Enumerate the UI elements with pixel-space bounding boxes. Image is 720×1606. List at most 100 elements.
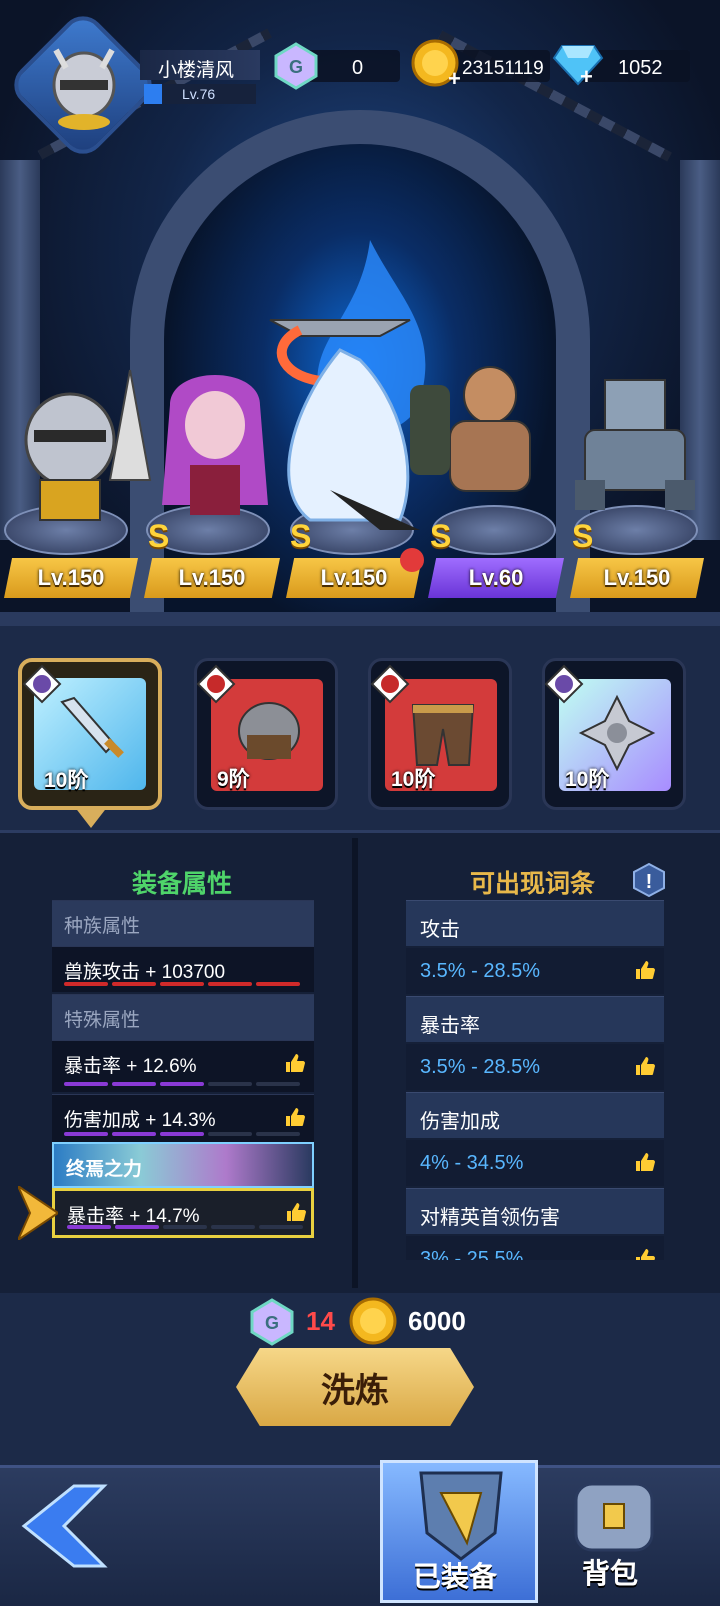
affix-name: 攻击 bbox=[420, 919, 460, 941]
selected-pointer-icon bbox=[74, 806, 108, 828]
affix-name: 暴击率 bbox=[420, 1015, 480, 1037]
gold-amount: 23151119 bbox=[462, 58, 544, 79]
diamond-plus-icon[interactable]: + bbox=[580, 64, 593, 90]
nav-backpack-label: 背包 bbox=[582, 1558, 639, 1589]
possible-affixes-title: 可出现词条 bbox=[470, 870, 596, 898]
race-attr-text: 兽族攻击 + 103700 bbox=[64, 962, 226, 983]
tier-label: 10阶 bbox=[565, 768, 610, 791]
hero-level: Lv.150 bbox=[603, 565, 671, 590]
equipped-armor-icon bbox=[419, 1471, 503, 1561]
race-attr-header-label: 种族属性 bbox=[64, 916, 141, 937]
sword-icon bbox=[60, 696, 124, 758]
hero-grade-badge: S bbox=[148, 518, 170, 554]
equip-attributes-title: 装备属性 bbox=[132, 870, 233, 898]
set-bonus-row[interactable]: 暴击率 + 14.7% bbox=[52, 1188, 314, 1238]
tier-label: 9阶 bbox=[217, 768, 250, 791]
info-icon[interactable]: ! bbox=[632, 862, 666, 898]
affix-name: 伤害加成 bbox=[420, 1111, 500, 1133]
refine-button-label: 洗炼 bbox=[321, 1371, 389, 1410]
selection-arrow-icon bbox=[18, 1186, 58, 1240]
gold-coin-icon bbox=[349, 1297, 397, 1345]
special-attr-row[interactable]: 伤害加成 + 14.3% bbox=[52, 1094, 314, 1142]
gold-plus-icon[interactable]: + bbox=[448, 66, 461, 92]
player-name: 小楼清风 bbox=[158, 60, 235, 81]
thumbs-up-icon bbox=[286, 1108, 305, 1126]
nav-equipped-tab[interactable]: 已装备 bbox=[380, 1460, 538, 1603]
affix-range-row: 3% - 25.5% bbox=[406, 1236, 664, 1260]
thumbs-up-icon bbox=[636, 961, 655, 979]
diamond-amount: 1052 bbox=[618, 57, 663, 79]
stat-pips bbox=[64, 982, 300, 986]
panel-divider bbox=[0, 612, 720, 626]
rune-amount: 0 bbox=[352, 57, 364, 79]
rune-cost: 14 bbox=[306, 1306, 335, 1336]
hero-grade-badge: S bbox=[572, 518, 594, 554]
affix-range: 3% - 25.5% bbox=[420, 1248, 524, 1260]
svg-text:!: ! bbox=[646, 871, 653, 893]
thumbs-up-icon bbox=[636, 1249, 655, 1260]
special-attr-text: 伤害加成 + 14.3% bbox=[64, 1110, 216, 1131]
thumbs-up-icon bbox=[287, 1203, 306, 1221]
hero-level-plate[interactable]: Lv.150 bbox=[4, 558, 138, 598]
hero-grade-badge: S bbox=[290, 518, 312, 554]
hero-level-plate[interactable]: Lv.150 bbox=[144, 558, 280, 598]
affix-list[interactable]: 攻击 3.5% - 28.5% 暴击率 3.5% - 28.5% 伤害加成 4%… bbox=[406, 900, 664, 1260]
diamond-icon bbox=[552, 45, 604, 86]
stat-pips bbox=[64, 1082, 300, 1086]
orc-race-badge-icon bbox=[22, 664, 62, 704]
knight-hero[interactable] bbox=[10, 360, 160, 530]
backpack-icon bbox=[574, 1482, 654, 1552]
rune-gem-icon: G bbox=[274, 42, 318, 90]
hero-level-plate[interactable]: Lv.150 bbox=[570, 558, 704, 598]
affix-name-row: 对精英首领伤害 bbox=[406, 1188, 664, 1234]
orc-race-badge-icon bbox=[544, 664, 584, 704]
notification-dot bbox=[400, 548, 424, 572]
affix-range: 3.5% - 28.5% bbox=[420, 960, 541, 982]
hero-level: Lv.150 bbox=[178, 565, 246, 590]
barbarian-hero[interactable] bbox=[410, 355, 560, 525]
race-attr-header: 种族属性 bbox=[52, 900, 314, 946]
special-attr-text: 暴击率 + 12.6% bbox=[64, 1056, 197, 1077]
thumbs-up-icon bbox=[636, 1057, 655, 1075]
player-level: Lv.76 bbox=[182, 86, 216, 102]
svg-text:G: G bbox=[265, 1313, 279, 1333]
back-arrow-icon[interactable] bbox=[14, 1476, 114, 1576]
set-bonus-label: 终焉之力 bbox=[66, 1159, 143, 1180]
knight-avatar-icon bbox=[52, 48, 116, 130]
affix-range: 3.5% - 28.5% bbox=[420, 1056, 541, 1078]
hero-grade-badge: S bbox=[430, 518, 452, 554]
affix-name: 对精英首领伤害 bbox=[420, 1207, 560, 1229]
tier-label: 10阶 bbox=[391, 768, 436, 791]
special-attr-header: 特殊属性 bbox=[52, 994, 314, 1040]
affix-range-row: 4% - 34.5% bbox=[406, 1140, 664, 1186]
refine-button[interactable]: 洗炼 bbox=[236, 1348, 474, 1426]
affix-range-row: 3.5% - 28.5% bbox=[406, 948, 664, 994]
stat-pips bbox=[67, 1225, 303, 1229]
crane-hero[interactable] bbox=[230, 290, 440, 540]
hero-level: Lv.60 bbox=[468, 565, 524, 590]
svg-text:G: G bbox=[289, 57, 303, 77]
affix-name-row: 攻击 bbox=[406, 900, 664, 946]
set-bonus-text: 暴击率 + 14.7% bbox=[67, 1206, 200, 1227]
set-bonus-header: 终焉之力 bbox=[52, 1142, 314, 1188]
gold-cost: 6000 bbox=[408, 1306, 466, 1336]
thumbs-up-icon bbox=[286, 1054, 305, 1072]
mech-hero[interactable] bbox=[565, 370, 705, 520]
hero-level-plate[interactable]: Lv.60 bbox=[428, 558, 564, 598]
nav-backpack-tab[interactable]: 背包 bbox=[548, 1474, 678, 1599]
thumbs-up-icon bbox=[636, 1153, 655, 1171]
hero-level: Lv.150 bbox=[37, 565, 105, 590]
special-attr-row[interactable]: 暴击率 + 12.6% bbox=[52, 1040, 314, 1092]
orc-race-badge-icon bbox=[370, 664, 410, 704]
affix-name-row: 伤害加成 bbox=[406, 1092, 664, 1138]
shield-icon bbox=[578, 694, 656, 772]
tier-label: 10阶 bbox=[44, 769, 89, 792]
affix-range-row: 3.5% - 28.5% bbox=[406, 1044, 664, 1090]
special-attr-header-label: 特殊属性 bbox=[64, 1010, 141, 1031]
affix-name-row: 暴击率 bbox=[406, 996, 664, 1042]
affix-range: 4% - 34.5% bbox=[420, 1152, 524, 1174]
stat-pips bbox=[64, 1132, 300, 1136]
column-divider bbox=[352, 838, 358, 1288]
hero-level: Lv.150 bbox=[320, 565, 388, 590]
nav-equipped-label: 已装备 bbox=[413, 1561, 498, 1592]
